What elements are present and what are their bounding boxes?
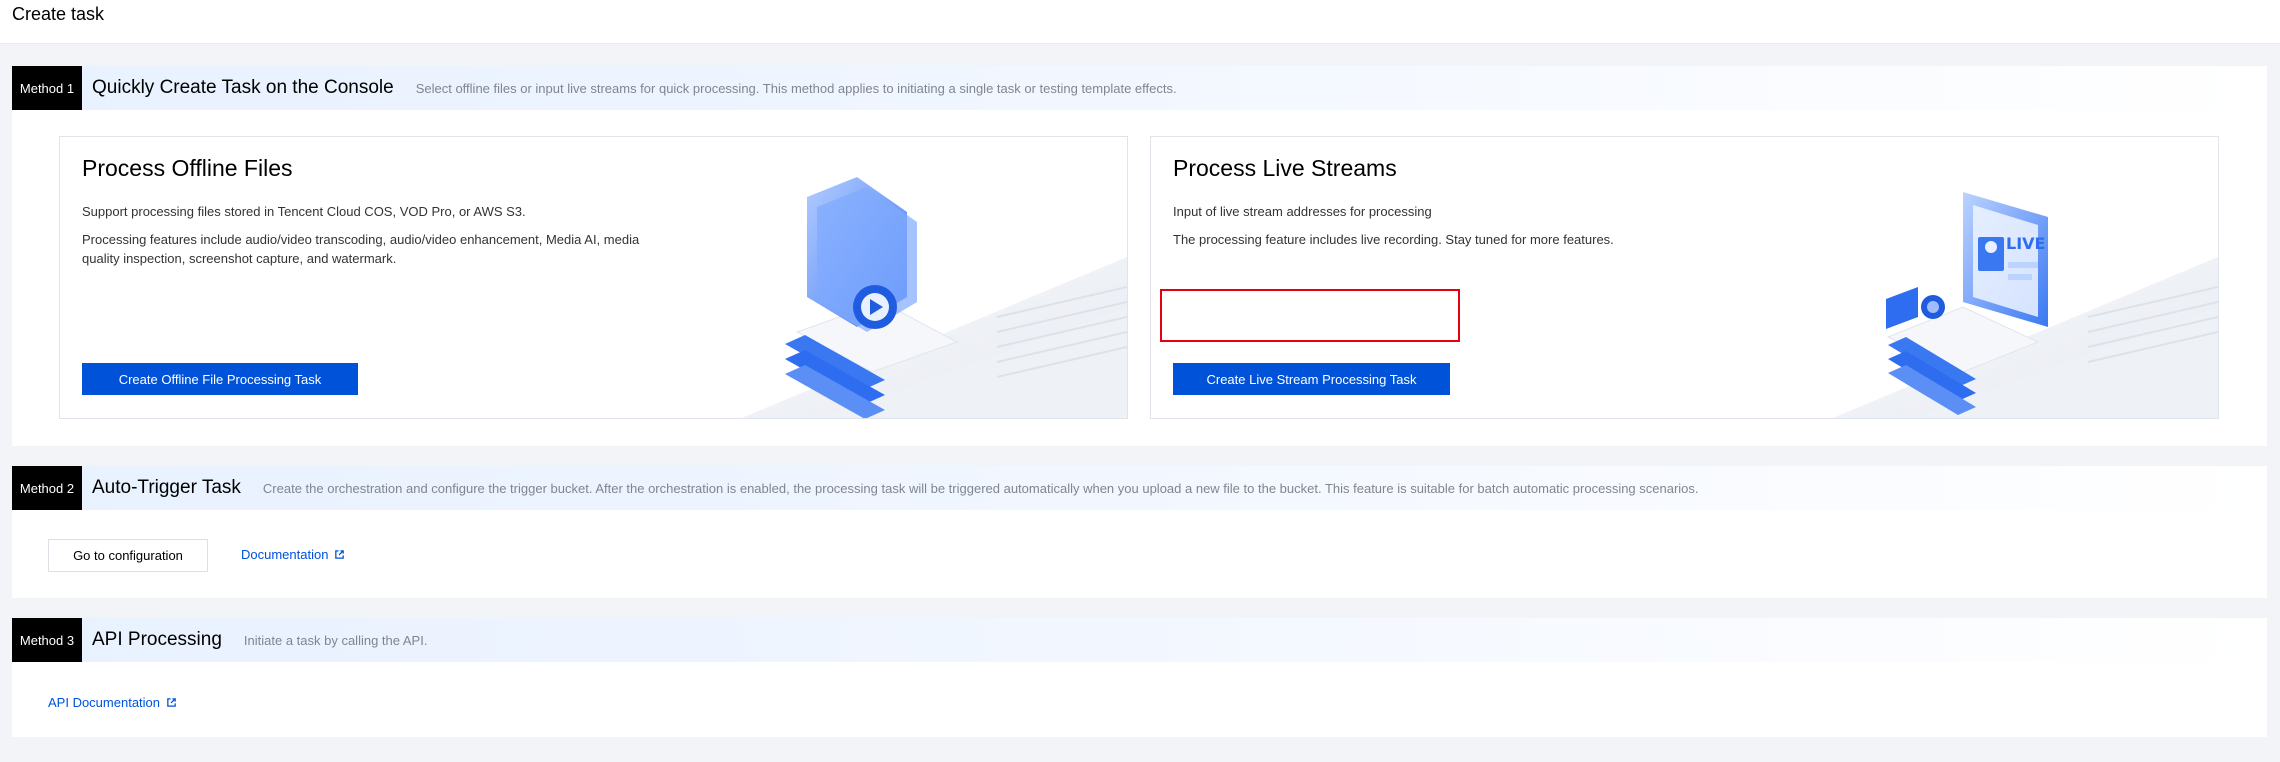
offline-files-card: Process Offline Files Support processing… — [59, 136, 1128, 419]
method1-title: Quickly Create Task on the Console — [92, 77, 394, 98]
documentation-link[interactable]: Documentation — [241, 547, 345, 562]
highlight-box — [1160, 289, 1460, 342]
create-offline-task-button[interactable]: Create Offline File Processing Task — [82, 363, 358, 395]
method2-tag: Method 2 — [12, 466, 82, 510]
offline-card-title: Process Offline Files — [82, 155, 293, 181]
offline-card-line2: Processing features include audio/video … — [82, 232, 640, 266]
create-live-task-button[interactable]: Create Live Stream Processing Task — [1173, 363, 1450, 395]
external-link-icon — [167, 698, 176, 707]
page-title: Create task — [12, 4, 105, 24]
documentation-link-label: Documentation — [241, 547, 329, 562]
live-camera-icon: LIVE — [1832, 192, 2218, 418]
go-to-configuration-button[interactable]: Go to configuration — [48, 539, 208, 572]
method3-title: API Processing — [92, 629, 222, 650]
folder-play-icon — [741, 177, 1127, 418]
method2-section: Method 2 Auto-Trigger Task Create the or… — [12, 466, 2267, 598]
live-card-title: Process Live Streams — [1173, 155, 1397, 181]
method3-tag: Method 3 — [12, 618, 82, 662]
method3-description: Initiate a task by calling the API. — [243, 632, 428, 648]
method3-header: Method 3 API Processing Initiate a task … — [12, 618, 2267, 662]
live-streams-card: Process Live Streams Input of live strea… — [1150, 136, 2219, 419]
method1-description: Select offline files or input live strea… — [415, 80, 1177, 96]
method1-tag: Method 1 — [12, 66, 82, 110]
method3-section: Method 3 API Processing Initiate a task … — [12, 618, 2267, 737]
method2-header: Method 2 Auto-Trigger Task Create the or… — [12, 466, 2267, 510]
method2-description: Create the orchestration and configure t… — [262, 480, 1699, 496]
live-card-line1: Input of live stream addresses for proce… — [1173, 204, 1432, 219]
live-illustration-text: LIVE — [2006, 234, 2045, 253]
method1-header: Method 1 Quickly Create Task on the Cons… — [12, 66, 2267, 110]
top-bar: Create task — [0, 0, 2280, 44]
method1-section: Method 1 Quickly Create Task on the Cons… — [12, 66, 2267, 446]
api-documentation-link[interactable]: API Documentation — [48, 695, 177, 710]
external-link-icon — [335, 550, 345, 559]
method2-title: Auto-Trigger Task — [92, 477, 241, 498]
offline-card-line1: Support processing files stored in Tence… — [82, 204, 526, 219]
live-card-line2: The processing feature includes live rec… — [1173, 232, 1614, 247]
api-documentation-link-label: API Documentation — [48, 695, 161, 710]
